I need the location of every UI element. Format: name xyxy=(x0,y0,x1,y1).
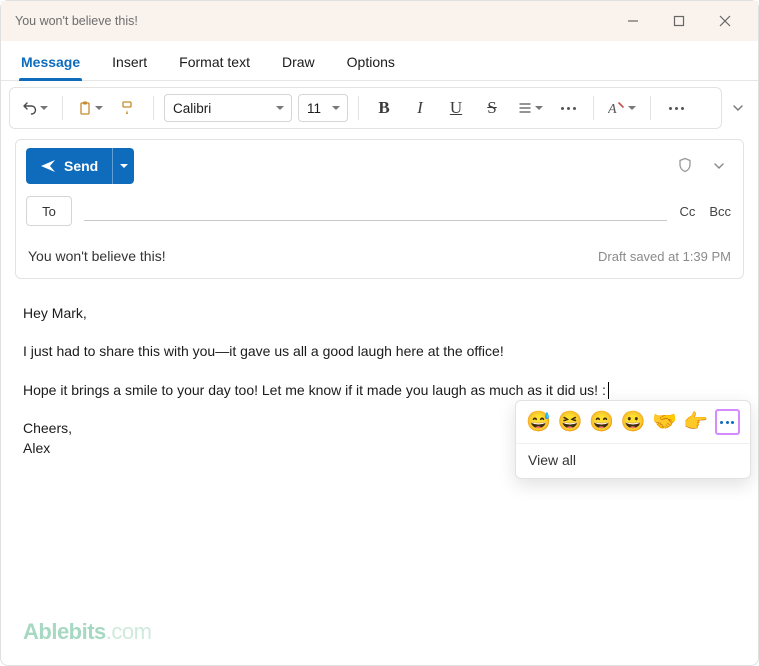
svg-text:A: A xyxy=(608,102,617,116)
overflow-button[interactable] xyxy=(661,93,691,123)
separator xyxy=(153,96,154,120)
tab-format-text[interactable]: Format text xyxy=(177,46,252,80)
clear-formatting-button[interactable]: A xyxy=(604,93,640,123)
clipboard-button[interactable] xyxy=(73,93,107,123)
watermark: Ablebits.com xyxy=(23,619,151,645)
collapse-ribbon-button[interactable] xyxy=(726,96,750,120)
minimize-button[interactable] xyxy=(610,1,656,41)
emoji-view-all[interactable]: View all xyxy=(516,443,750,478)
format-painter-button[interactable] xyxy=(113,93,143,123)
subject-field[interactable]: You won't believe this! xyxy=(28,248,166,264)
send-label: Send xyxy=(64,158,98,174)
shield-icon xyxy=(677,157,693,173)
send-icon xyxy=(40,158,56,174)
font-size-select[interactable]: 11 xyxy=(298,94,348,122)
emoji-suggestion-popup: 😅 😆 😄 😀 🤝 👉 View all xyxy=(515,400,751,479)
tab-draw[interactable]: Draw xyxy=(280,46,317,80)
header-options-button[interactable] xyxy=(707,154,731,178)
line-spacing-button[interactable] xyxy=(513,93,547,123)
undo-button[interactable] xyxy=(18,93,52,123)
title-bar: You won't believe this! xyxy=(1,1,758,41)
separator xyxy=(593,96,594,120)
separator xyxy=(62,96,63,120)
send-button[interactable]: Send xyxy=(26,148,134,184)
vertical-scrollbar[interactable] xyxy=(748,125,756,661)
emoji-option[interactable]: 😄 xyxy=(589,412,614,432)
cc-button[interactable]: Cc xyxy=(679,204,695,219)
maximize-button[interactable] xyxy=(656,1,702,41)
ribbon-toolbar: Calibri 11 B I U S A xyxy=(9,87,722,129)
underline-button[interactable]: U xyxy=(441,93,471,123)
emoji-option[interactable]: 🤝 xyxy=(652,412,677,432)
emoji-option[interactable]: 😆 xyxy=(557,412,582,432)
emoji-option[interactable]: 👉 xyxy=(683,412,708,432)
body-line: Hey Mark, xyxy=(23,303,736,323)
window-title: You won't believe this! xyxy=(15,14,610,28)
text-cursor xyxy=(608,382,609,399)
emoji-more-button[interactable] xyxy=(715,409,741,435)
close-button[interactable] xyxy=(702,1,748,41)
tab-options[interactable]: Options xyxy=(345,46,397,80)
font-size-value: 11 xyxy=(307,101,321,116)
message-header-card: Send To Cc Bcc You won't believe this! D… xyxy=(15,139,744,279)
bcc-button[interactable]: Bcc xyxy=(709,204,731,219)
emoji-option[interactable]: 😀 xyxy=(620,412,645,432)
tab-message[interactable]: Message xyxy=(19,46,82,80)
italic-button[interactable]: I xyxy=(405,93,435,123)
ribbon-tabs: Message Insert Format text Draw Options xyxy=(1,41,758,81)
tab-insert[interactable]: Insert xyxy=(110,46,149,80)
emoji-option[interactable]: 😅 xyxy=(526,412,551,432)
separator xyxy=(650,96,651,120)
send-options-button[interactable] xyxy=(112,148,134,184)
body-line: Hope it brings a smile to your day too! … xyxy=(23,380,736,400)
to-field[interactable] xyxy=(84,220,667,221)
bold-button[interactable]: B xyxy=(369,93,399,123)
font-family-select[interactable]: Calibri xyxy=(164,94,292,122)
strikethrough-button[interactable]: S xyxy=(477,93,507,123)
to-button[interactable]: To xyxy=(26,196,72,226)
separator xyxy=(358,96,359,120)
font-family-value: Calibri xyxy=(173,101,211,116)
encryption-button[interactable] xyxy=(677,157,693,176)
more-formatting-button[interactable] xyxy=(553,93,583,123)
draft-status: Draft saved at 1:39 PM xyxy=(598,249,731,264)
body-line: I just had to share this with you—it gav… xyxy=(23,341,736,361)
